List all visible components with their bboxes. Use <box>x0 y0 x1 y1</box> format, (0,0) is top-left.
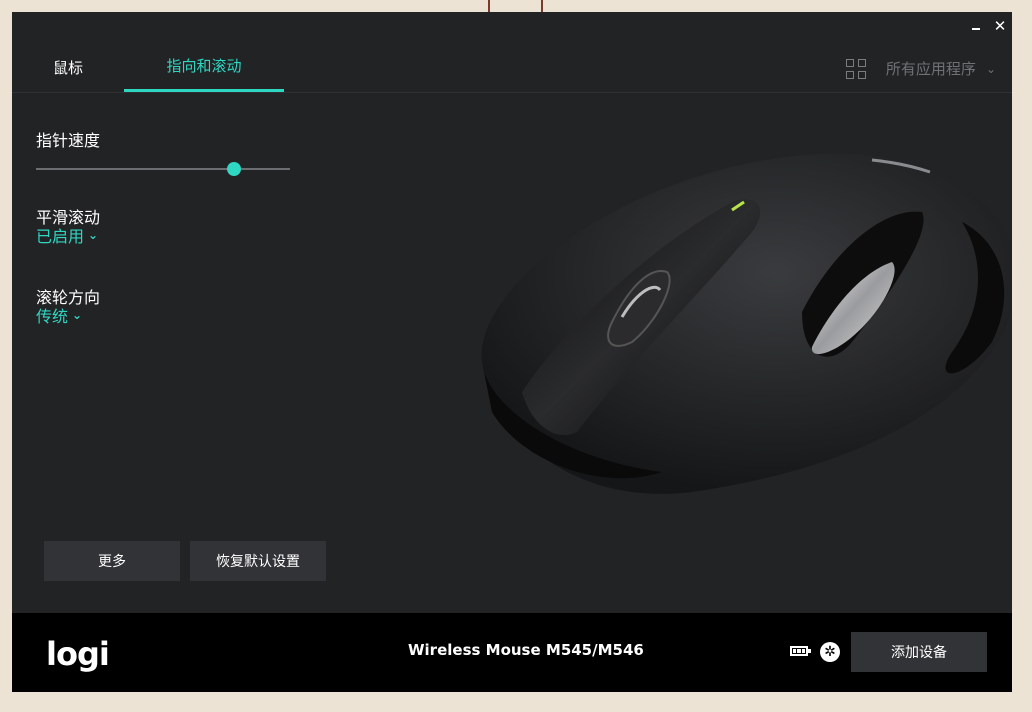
chevron-down-icon: ⌄ <box>88 228 99 242</box>
apps-selector-label: 所有应用程序 <box>885 60 976 78</box>
smooth-scrolling-value: 已启用 <box>36 227 85 246</box>
grid-icon <box>845 58 866 79</box>
unifying-receiver-icon: ✲ <box>820 642 840 662</box>
scroll-direction-dropdown[interactable]: 传统 ⌄ <box>36 303 82 327</box>
slider-thumb[interactable] <box>227 162 242 176</box>
logitech-options-window: ✕ 鼠标 指向和滚动 所有应用程序 ⌄ 指针速度 平滑滚动 已启用 ⌄ 滚轮方向… <box>12 12 1012 692</box>
close-icon: ✕ <box>993 17 1007 35</box>
minimize-icon <box>972 28 980 30</box>
chevron-down-icon: ⌄ <box>72 308 83 322</box>
more-button[interactable]: 更多 <box>44 541 180 581</box>
chevron-down-icon: ⌄ <box>985 61 996 76</box>
tab-point-and-scroll[interactable]: 指向和滚动 <box>124 42 284 92</box>
titlebar: ✕ <box>964 12 1012 40</box>
mouse-illustration <box>481 153 1012 494</box>
close-button[interactable]: ✕ <box>988 14 1012 38</box>
footer-bar: logi Wireless Mouse M545/M546 ✲ 添加设备 <box>12 613 1012 692</box>
minimize-button[interactable] <box>964 14 988 38</box>
restore-defaults-button[interactable]: 恢复默认设置 <box>190 541 326 581</box>
pointer-speed-slider[interactable] <box>36 162 290 176</box>
device-name: Wireless Mouse M545/M546 <box>408 641 644 659</box>
slider-track <box>36 168 290 170</box>
tab-mouse[interactable]: 鼠标 <box>12 42 124 92</box>
tab-divider <box>12 92 1012 93</box>
battery-icon <box>790 646 811 656</box>
add-device-button[interactable]: 添加设备 <box>851 632 987 672</box>
apps-selector[interactable]: 所有应用程序 ⌄ <box>845 58 996 79</box>
tab-bar: 鼠标 指向和滚动 <box>12 42 284 92</box>
logi-logo: logi <box>46 635 110 673</box>
scroll-direction-value: 传统 <box>36 307 69 326</box>
pointer-speed-label: 指针速度 <box>36 131 101 150</box>
smooth-scrolling-dropdown[interactable]: 已启用 ⌄ <box>36 223 98 247</box>
